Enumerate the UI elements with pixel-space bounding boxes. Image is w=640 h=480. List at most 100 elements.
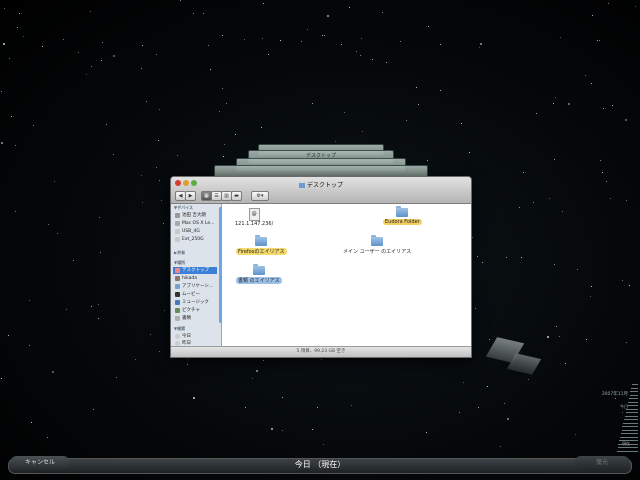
star <box>141 175 142 176</box>
sidebar-item-applications[interactable]: アプリケーシ... <box>173 283 217 290</box>
file-label: Eudora Folder <box>383 219 422 225</box>
sidebar-item-device[interactable]: USB_4G <box>173 228 217 235</box>
timeline-tick[interactable] <box>621 429 638 431</box>
timeline-month-label[interactable]: 2007年11月 <box>602 391 628 397</box>
music-icon <box>175 300 180 305</box>
file-item-eudora[interactable]: Eudora Folder <box>383 206 422 225</box>
timeline-tick[interactable] <box>616 450 638 452</box>
star <box>73 260 74 261</box>
star <box>591 286 592 287</box>
sidebar-item-desktop[interactable]: デスクトップ <box>173 267 217 274</box>
file-view[interactable]: @ 121.1.147.236/ Eudora Folder Firefoxのエ… <box>223 204 471 347</box>
timeline-tick[interactable] <box>630 391 638 392</box>
star <box>626 342 627 343</box>
sidebar-item-music[interactable]: ミュージック <box>173 299 217 306</box>
folder-icon <box>396 206 409 217</box>
star <box>223 156 224 157</box>
star <box>1 378 2 379</box>
sidebar-item-device[interactable]: Mac OS X Le... <box>173 220 217 227</box>
timeline-tick[interactable] <box>626 408 638 410</box>
timeline-tick[interactable] <box>624 419 638 420</box>
status-bar: 5 項目、99.23 GB 空き <box>171 346 471 357</box>
star <box>577 269 578 270</box>
star <box>356 51 357 52</box>
timeline-tick[interactable] <box>622 426 638 427</box>
star <box>29 300 30 301</box>
star <box>146 101 147 102</box>
sidebar-item-movies[interactable]: ムービー <box>173 291 217 298</box>
finder-window[interactable]: デスクトップ ◀ ▶ ▦ ☰ ▥ ▬ ⚙▾ ▼デバイス 池田 吉大朗 Mac O… <box>170 176 472 358</box>
star <box>57 233 58 234</box>
timeline-tick[interactable] <box>624 415 638 417</box>
star <box>536 113 537 114</box>
timeline-tick[interactable] <box>631 387 638 389</box>
timeline-tick[interactable] <box>629 394 638 396</box>
timeline-tick[interactable] <box>623 422 638 424</box>
timeline-tick[interactable] <box>627 405 638 406</box>
file-item-documents-alias[interactable]: 書類 のエイリアス <box>236 264 282 284</box>
file-item-inetloc[interactable]: @ 121.1.147.236/ <box>235 208 273 227</box>
sidebar-item-home[interactable]: hikada <box>173 275 217 282</box>
star <box>282 397 283 398</box>
timeline-tick[interactable] <box>620 436 638 438</box>
window-titlebar[interactable]: デスクトップ ◀ ▶ ▦ ☰ ▥ ▬ ⚙▾ <box>171 177 471 204</box>
star <box>226 103 227 104</box>
sidebar-item-device[interactable]: 池田 吉大朗 <box>173 212 217 219</box>
timeline-tick[interactable] <box>625 412 638 413</box>
star <box>400 41 401 42</box>
star <box>86 74 87 75</box>
star <box>461 123 462 124</box>
disk-icon <box>175 237 180 242</box>
star <box>599 40 600 41</box>
coverflow-view-button[interactable]: ▬ <box>231 191 242 201</box>
star <box>63 39 64 40</box>
star <box>48 224 49 225</box>
star <box>592 15 593 16</box>
star <box>156 54 157 55</box>
star <box>312 429 313 430</box>
timeline-tick[interactable] <box>619 440 638 441</box>
star <box>556 326 557 327</box>
star <box>193 397 195 399</box>
sidebar-item-search-today[interactable]: 今日 <box>173 333 217 340</box>
timeline-tick[interactable] <box>628 401 638 403</box>
star <box>135 359 136 360</box>
star <box>177 155 178 156</box>
timeline-tick[interactable] <box>628 398 638 399</box>
forward-button[interactable]: ▶ <box>185 191 196 201</box>
timeline-tick[interactable] <box>618 443 638 445</box>
star <box>8 335 9 336</box>
star <box>472 237 473 238</box>
action-menu-button[interactable]: ⚙▾ <box>251 191 269 201</box>
disk-icon <box>175 221 180 226</box>
star <box>52 371 54 373</box>
star <box>597 40 598 41</box>
star <box>463 382 464 383</box>
timeline-tick[interactable] <box>632 384 638 385</box>
star <box>554 264 555 265</box>
file-item-firefox-alias[interactable]: Firefoxのエイリアス <box>236 235 287 255</box>
sidebar-scrollbar[interactable] <box>219 207 222 323</box>
star <box>559 336 560 337</box>
window-title: デスクトップ <box>171 180 471 189</box>
star <box>102 42 103 43</box>
sidebar-item-device[interactable]: Ext_250G <box>173 236 217 243</box>
star <box>555 97 556 98</box>
star <box>321 359 322 360</box>
restore-button[interactable]: 復元 <box>574 456 630 470</box>
sidebar-item-documents[interactable]: 書類 <box>173 315 217 322</box>
star <box>156 167 157 168</box>
sidebar-item-pictures[interactable]: ピクチャ <box>173 307 217 314</box>
star <box>386 62 387 63</box>
timeline-tick[interactable] <box>620 433 638 434</box>
file-label: 書類 のエイリアス <box>236 277 282 284</box>
star <box>78 52 79 53</box>
timeline-tick[interactable] <box>617 447 638 448</box>
star <box>106 124 107 125</box>
star <box>54 181 55 182</box>
star <box>506 257 507 258</box>
file-item-main-user-alias[interactable]: メイン ユーザー のエイリアス <box>343 235 411 255</box>
star <box>317 407 318 408</box>
star <box>101 60 102 61</box>
sidebar-head-shared[interactable]: ▶共有 <box>174 250 185 256</box>
